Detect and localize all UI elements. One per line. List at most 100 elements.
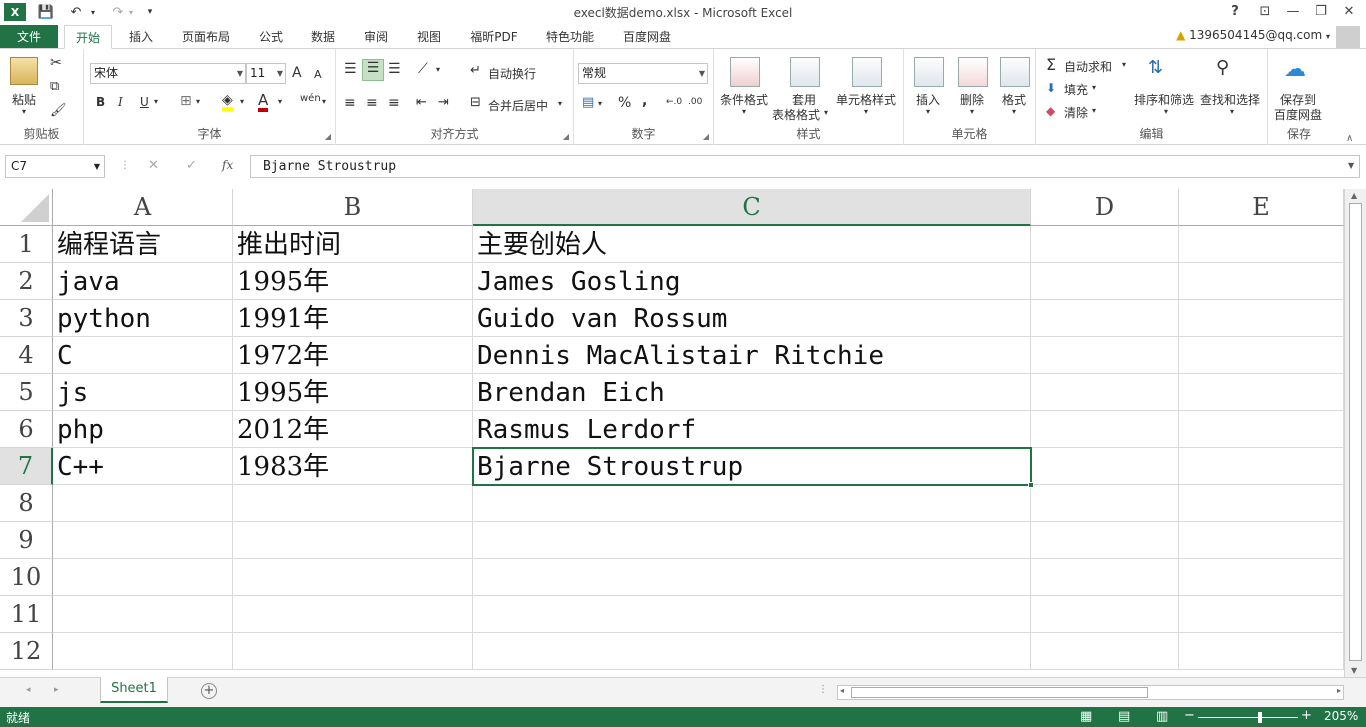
wrap-text-icon[interactable]: ↵ xyxy=(470,63,481,78)
cell-d8[interactable] xyxy=(1031,485,1179,522)
align-bottom-icon[interactable]: ☰ xyxy=(388,61,401,77)
expand-formula-bar-icon[interactable]: ▼ xyxy=(1348,161,1354,170)
cell-d2[interactable] xyxy=(1031,263,1179,300)
row-header-6[interactable]: 6 xyxy=(0,411,53,448)
cell-b8[interactable] xyxy=(233,485,473,522)
cell-c4[interactable]: Dennis MacAlistair Ritchie xyxy=(473,337,1031,374)
shrink-font-button[interactable]: A xyxy=(314,68,322,81)
cell-e3[interactable] xyxy=(1179,300,1344,337)
add-sheet-button[interactable]: + xyxy=(201,683,217,699)
clear-dropdown-icon[interactable]: ▾ xyxy=(1092,106,1096,115)
cell-d12[interactable] xyxy=(1031,633,1179,670)
restore-button[interactable]: ❐ xyxy=(1308,2,1334,22)
cell-c9[interactable] xyxy=(473,522,1031,559)
tab-review[interactable]: 审阅 xyxy=(355,25,397,49)
underline-dropdown-icon[interactable]: ▾ xyxy=(154,97,158,106)
phonetic-dropdown-icon[interactable]: ▾ xyxy=(322,97,326,106)
cell-b11[interactable] xyxy=(233,596,473,633)
cancel-entry-button[interactable]: ✕ xyxy=(148,158,159,173)
horizontal-scroll-thumb[interactable] xyxy=(851,687,1148,698)
format-dropdown-icon[interactable]: ▾ xyxy=(1012,107,1016,116)
name-box-dropdown-icon[interactable]: ▼ xyxy=(94,156,100,177)
scroll-down-icon[interactable]: ▼ xyxy=(1351,666,1357,675)
orientation-dropdown-icon[interactable]: ▾ xyxy=(436,65,440,74)
insert-cells-button[interactable]: 插入 xyxy=(916,91,940,108)
font-name-combo[interactable]: 宋体 ▼ xyxy=(90,63,246,84)
help-button[interactable]: ? xyxy=(1222,2,1248,22)
cell-a4[interactable]: C xyxy=(53,337,233,374)
fill-icon[interactable]: ⬇ xyxy=(1046,81,1056,95)
insert-cells-icon[interactable] xyxy=(914,57,944,87)
worksheet-grid[interactable]: A B C D E 1 编程语言 推出时间 主要创始人 2 java 1995年 James Gosli… xyxy=(0,189,1344,677)
collapse-ribbon-icon[interactable]: ∧ xyxy=(1346,133,1353,144)
clear-icon[interactable]: ◆ xyxy=(1046,104,1055,118)
cell-b10[interactable] xyxy=(233,559,473,596)
zoom-slider-track[interactable] xyxy=(1198,717,1298,718)
cell-d3[interactable] xyxy=(1031,300,1179,337)
cell-e12[interactable] xyxy=(1179,633,1344,670)
normal-view-icon[interactable]: ▦ xyxy=(1080,709,1092,724)
fill-color-icon[interactable]: ◈ xyxy=(222,93,233,111)
cell-b5[interactable]: 1995年 xyxy=(233,374,473,411)
underline-button[interactable]: U xyxy=(140,95,149,109)
scroll-right-icon[interactable]: ▸ xyxy=(1337,686,1341,695)
sort-filter-dropdown-icon[interactable]: ▾ xyxy=(1164,107,1168,116)
cell-b3[interactable]: 1991年 xyxy=(233,300,473,337)
cell-a3[interactable]: python xyxy=(53,300,233,337)
row-header-1[interactable]: 1 xyxy=(0,226,53,263)
sort-filter-button[interactable]: 排序和筛选 xyxy=(1134,91,1194,108)
tab-baidu-netdisk[interactable]: 百度网盘 xyxy=(612,25,682,49)
align-top-icon[interactable]: ☰ xyxy=(344,61,357,77)
cell-c2[interactable]: James Gosling xyxy=(473,263,1031,300)
cell-d7[interactable] xyxy=(1031,448,1179,485)
wrap-text-button[interactable]: 自动换行 xyxy=(488,65,536,82)
formula-input[interactable]: Bjarne Stroustrup xyxy=(250,155,1360,178)
cell-e8[interactable] xyxy=(1179,485,1344,522)
tab-foxit-pdf[interactable]: 福昕PDF xyxy=(460,25,528,49)
row-header-11[interactable]: 11 xyxy=(0,596,53,633)
cell-c7[interactable]: Bjarne Stroustrup xyxy=(473,448,1031,485)
confirm-entry-button[interactable]: ✓ xyxy=(186,158,197,173)
insert-function-button[interactable]: fx xyxy=(222,158,233,172)
close-button[interactable]: ✕ xyxy=(1336,2,1362,22)
cell-a10[interactable] xyxy=(53,559,233,596)
cell-b9[interactable] xyxy=(233,522,473,559)
number-format-dropdown-icon[interactable]: ▼ xyxy=(699,64,705,83)
cell-a1[interactable]: 编程语言 xyxy=(53,226,233,263)
select-all-button[interactable] xyxy=(0,189,53,226)
paste-button[interactable]: 粘贴 xyxy=(12,91,36,108)
tab-formulas[interactable]: 公式 xyxy=(250,25,292,49)
row-header-10[interactable]: 10 xyxy=(0,559,53,596)
paste-icon[interactable] xyxy=(10,57,38,85)
phonetic-guide-button[interactable]: wén xyxy=(300,93,321,104)
font-name-dropdown-icon[interactable]: ▼ xyxy=(237,64,243,83)
cell-c5[interactable]: Brendan Eich xyxy=(473,374,1031,411)
format-painter-icon[interactable]: 🖌 xyxy=(50,103,67,118)
cell-d6[interactable] xyxy=(1031,411,1179,448)
vertical-scrollbar[interactable]: ▲ ▼ xyxy=(1344,189,1366,677)
cell-b4[interactable]: 1972年 xyxy=(233,337,473,374)
find-select-button[interactable]: 查找和选择 xyxy=(1200,91,1260,108)
cut-icon[interactable]: ✂ xyxy=(50,55,62,71)
tab-insert[interactable]: 插入 xyxy=(120,25,162,49)
bold-button[interactable]: B xyxy=(96,95,105,109)
alignment-dialog-launcher-icon[interactable]: ◢ xyxy=(563,132,569,141)
font-size-dropdown-icon[interactable]: ▼ xyxy=(277,64,283,83)
row-header-4[interactable]: 4 xyxy=(0,337,53,374)
tab-page-layout[interactable]: 页面布局 xyxy=(172,25,240,49)
fill-dropdown-icon[interactable]: ▾ xyxy=(1092,83,1096,92)
cell-d9[interactable] xyxy=(1031,522,1179,559)
cell-a12[interactable] xyxy=(53,633,233,670)
sort-filter-icon[interactable]: ⇅ xyxy=(1148,57,1163,78)
cell-d11[interactable] xyxy=(1031,596,1179,633)
format-as-table-icon[interactable] xyxy=(790,57,820,87)
scroll-up-icon[interactable]: ▲ xyxy=(1351,191,1357,200)
column-header-d[interactable]: D xyxy=(1031,189,1179,226)
cell-e10[interactable] xyxy=(1179,559,1344,596)
merge-center-icon[interactable]: ⊟ xyxy=(470,95,481,110)
split-handle-icon[interactable]: ⋮ xyxy=(818,684,828,695)
tab-home[interactable]: 开始 xyxy=(64,25,112,49)
cell-b6[interactable]: 2012年 xyxy=(233,411,473,448)
conditional-dropdown-icon[interactable]: ▾ xyxy=(742,107,746,116)
format-cells-button[interactable]: 格式 xyxy=(1002,91,1026,108)
